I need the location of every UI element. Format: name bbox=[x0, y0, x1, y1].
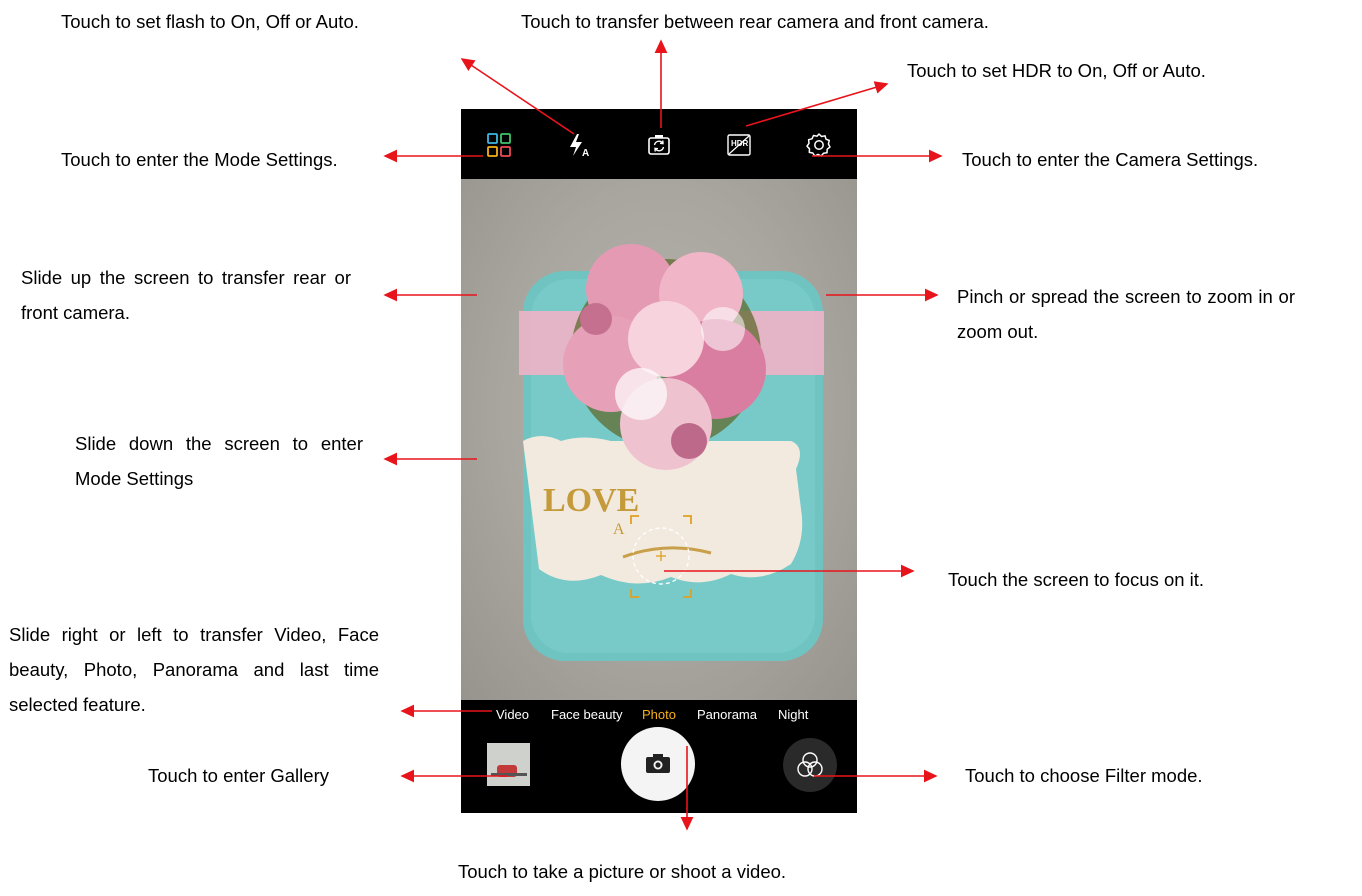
slide-modes-caption: Slide right or left to transfer Video, F… bbox=[9, 624, 379, 715]
pinch-caption: Pinch or spread the screen to zoom in or… bbox=[957, 286, 1295, 342]
gallery-caption: Touch to enter Gallery bbox=[148, 765, 329, 786]
gallery-thumbnail[interactable] bbox=[487, 743, 530, 786]
camera-screen: A HDR LOVE A Video Face beauty Photo Pan… bbox=[461, 109, 857, 813]
camera-settings-caption: Touch to enter the Camera Settings. bbox=[962, 149, 1259, 170]
gear-icon[interactable] bbox=[805, 131, 833, 159]
svg-text:A: A bbox=[582, 148, 589, 159]
shutter-button[interactable] bbox=[621, 727, 695, 801]
mode-photo[interactable]: Photo bbox=[642, 707, 676, 722]
mode-grid-icon[interactable] bbox=[485, 131, 513, 159]
photo-text-love: LOVE bbox=[543, 482, 639, 519]
hdr-icon[interactable]: HDR bbox=[725, 131, 753, 159]
camera-viewfinder[interactable]: LOVE A bbox=[461, 179, 857, 700]
flash-caption: Touch to set flash to On, Off or Auto. bbox=[61, 11, 359, 32]
camera-top-bar: A HDR bbox=[461, 109, 857, 179]
shutter-row bbox=[461, 727, 857, 813]
filter-button[interactable] bbox=[783, 738, 837, 792]
mode-video[interactable]: Video bbox=[496, 707, 529, 722]
hdr-caption: Touch to set HDR to On, Off or Auto. bbox=[907, 60, 1206, 81]
mode-panorama[interactable]: Panorama bbox=[697, 707, 757, 722]
switch-camera-caption: Touch to transfer between rear camera an… bbox=[521, 11, 989, 32]
slide-down-caption: Slide down the screen to enter Mode Sett… bbox=[75, 433, 363, 489]
photo-text-small: A bbox=[613, 521, 625, 538]
mode-settings-caption: Touch to enter the Mode Settings. bbox=[61, 149, 338, 170]
shutter-caption: Touch to take a picture or shoot a video… bbox=[458, 861, 787, 882]
focus-caption: Touch the screen to focus on it. bbox=[948, 569, 1205, 590]
hdr-label: HDR bbox=[731, 139, 749, 148]
switch-camera-icon[interactable] bbox=[645, 131, 673, 159]
mode-face-beauty[interactable]: Face beauty bbox=[551, 707, 623, 722]
filter-caption: Touch to choose Filter mode. bbox=[965, 765, 1203, 786]
slide-up-caption: Slide up the screen to transfer rear or … bbox=[21, 267, 351, 323]
mode-night[interactable]: Night bbox=[778, 707, 808, 722]
flash-auto-icon[interactable]: A bbox=[565, 131, 593, 159]
filter-icon bbox=[797, 752, 823, 777]
mode-selector-bar[interactable]: Video Face beauty Photo Panorama Night bbox=[461, 700, 857, 728]
camera-icon bbox=[646, 754, 670, 773]
